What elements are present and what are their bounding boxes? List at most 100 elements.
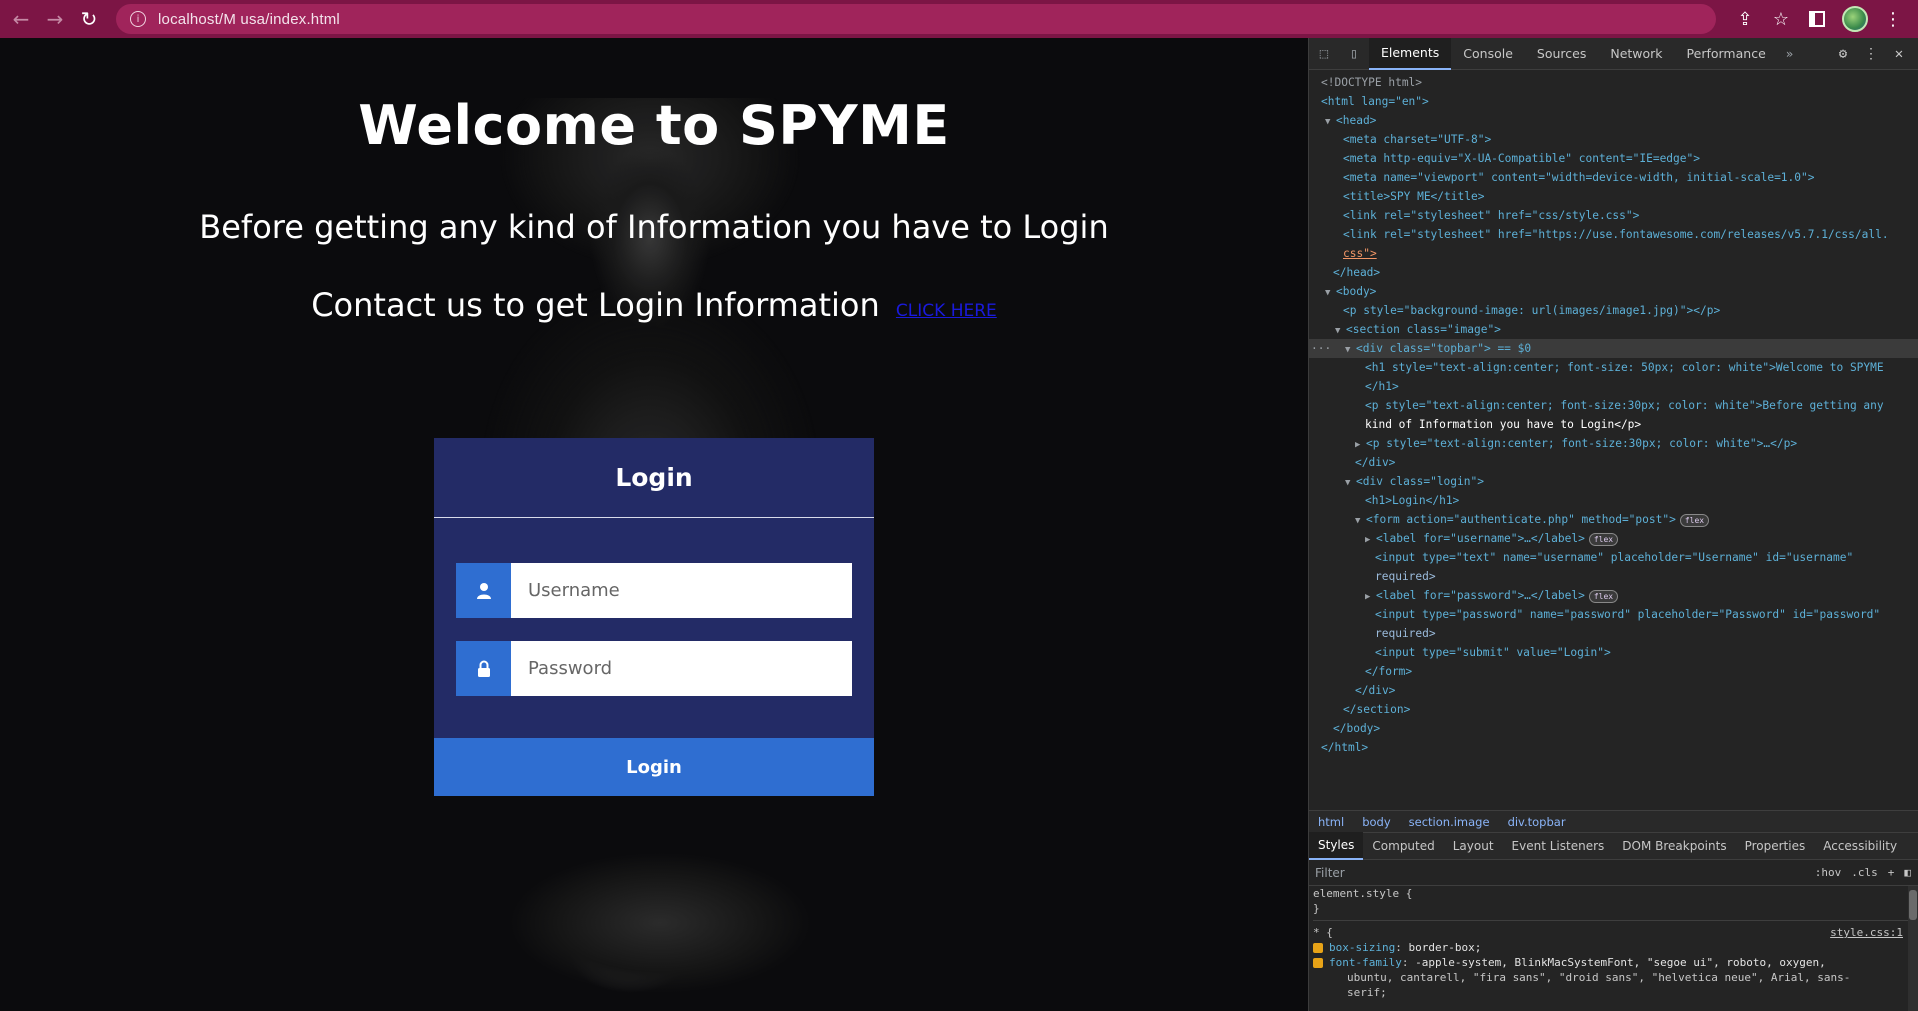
- dom-line[interactable]: ▶ <p style="text-align:center; font-size:…: [1309, 434, 1918, 453]
- dom-line[interactable]: </form>: [1309, 662, 1918, 681]
- computed-sidebar-icon[interactable]: ◧: [1904, 866, 1911, 879]
- dom-line[interactable]: <meta name="viewport" content="width=dev…: [1309, 168, 1918, 187]
- tab-styles[interactable]: Styles: [1309, 832, 1364, 860]
- site-info-icon[interactable]: i: [130, 11, 146, 27]
- password-input[interactable]: [511, 641, 852, 696]
- tab-properties[interactable]: Properties: [1736, 832, 1815, 860]
- dom-line[interactable]: <h1 style="text-align:center; font-size:…: [1309, 358, 1918, 377]
- css-value: border-box;: [1408, 941, 1482, 954]
- dom-line[interactable]: ▼ <head>: [1309, 111, 1918, 130]
- universal-rule[interactable]: * { style.css:1: [1313, 925, 1918, 940]
- css-property: box-sizing: [1329, 941, 1396, 954]
- hov-toggle[interactable]: :hov: [1815, 866, 1842, 879]
- tab-event-listeners[interactable]: Event Listeners: [1503, 832, 1614, 860]
- close-devtools-icon[interactable]: ✕: [1886, 38, 1912, 70]
- dom-line[interactable]: css">: [1309, 244, 1918, 263]
- dom-line[interactable]: <link rel="stylesheet" href="css/style.c…: [1309, 206, 1918, 225]
- dom-line[interactable]: <input type="submit" value="Login">: [1309, 643, 1918, 662]
- side-panel-icon[interactable]: [1806, 8, 1828, 30]
- share-icon[interactable]: ⇪: [1734, 8, 1756, 30]
- profile-avatar[interactable]: [1842, 6, 1868, 32]
- styles-filter-input[interactable]: [1315, 862, 1670, 883]
- css-value-continuation: serif;: [1347, 986, 1387, 999]
- dom-line[interactable]: <title>SPY ME</title>: [1309, 187, 1918, 206]
- tab-performance[interactable]: Performance: [1675, 38, 1778, 70]
- address-bar[interactable]: i localhost/M usa/index.html: [116, 4, 1716, 34]
- flex-badge[interactable]: flex: [1588, 532, 1619, 546]
- dom-line[interactable]: </section>: [1309, 700, 1918, 719]
- stylesheet-source-link[interactable]: style.css:1: [1830, 925, 1918, 940]
- dom-line[interactable]: ▼ <section class="image">: [1309, 320, 1918, 339]
- login-heading: Login: [434, 438, 874, 518]
- click-here-link[interactable]: CLICK HERE: [896, 301, 997, 321]
- more-tabs-icon[interactable]: »: [1778, 38, 1802, 70]
- css-value-continuation: ubuntu, cantarell, "fira sans", "droid s…: [1347, 971, 1851, 984]
- dom-line[interactable]: ▶ <label for="password">…</label> flex: [1309, 586, 1918, 605]
- css-declaration[interactable]: box-sizing: border-box;: [1313, 940, 1918, 955]
- dom-line[interactable]: <html lang="en">: [1309, 92, 1918, 111]
- username-input[interactable]: [511, 563, 852, 618]
- dom-line[interactable]: <meta http-equiv="X-UA-Compatible" conte…: [1309, 149, 1918, 168]
- devtools-menu-icon[interactable]: ⋮: [1858, 38, 1884, 70]
- dom-line[interactable]: ▼ <div class="login">: [1309, 472, 1918, 491]
- menu-kebab-icon[interactable]: ⋮: [1882, 8, 1904, 30]
- bookmark-star-icon[interactable]: ☆: [1770, 8, 1792, 30]
- flex-badge[interactable]: flex: [1588, 589, 1619, 603]
- devtools-tab-bar: ⬚ ▯ Elements Console Sources Network Per…: [1309, 37, 1918, 70]
- tab-sources[interactable]: Sources: [1525, 38, 1598, 70]
- flex-badge[interactable]: flex: [1679, 513, 1710, 527]
- inspect-element-icon[interactable]: ⬚: [1309, 38, 1339, 70]
- element-style-close: }: [1313, 902, 1320, 915]
- dom-line-selected[interactable]: ··· ▼ <div class="topbar"> == $0: [1309, 339, 1918, 358]
- dom-line[interactable]: <p style="background-image: url(images/i…: [1309, 301, 1918, 320]
- back-arrow-icon[interactable]: ←: [4, 0, 38, 38]
- tab-accessibility[interactable]: Accessibility: [1814, 832, 1906, 860]
- css-declaration[interactable]: font-family: -apple-system, BlinkMacSyst…: [1313, 955, 1918, 970]
- breadcrumb-body[interactable]: body: [1353, 815, 1399, 829]
- reload-icon[interactable]: ↻: [72, 0, 106, 38]
- tab-network[interactable]: Network: [1598, 38, 1674, 70]
- dom-line[interactable]: </div>: [1309, 453, 1918, 472]
- tab-elements[interactable]: Elements: [1369, 37, 1452, 70]
- styles-scrollbar[interactable]: [1908, 886, 1918, 1011]
- dom-line[interactable]: <!DOCTYPE html>: [1309, 73, 1918, 92]
- browser-toolbar: ← → ↻ i localhost/M usa/index.html ⇪ ☆ ⋮: [0, 0, 1918, 38]
- cls-toggle[interactable]: .cls: [1851, 866, 1878, 879]
- contact-line: Contact us to get Login Information CLIC…: [0, 286, 1308, 324]
- login-panel: Login Login: [434, 438, 874, 796]
- settings-gear-icon[interactable]: ⚙: [1830, 38, 1856, 70]
- dom-line[interactable]: <h1>Login</h1>: [1309, 491, 1918, 510]
- login-submit-button[interactable]: Login: [434, 738, 874, 796]
- breadcrumb-html[interactable]: html: [1309, 815, 1353, 829]
- dom-line[interactable]: ▼ <body>: [1309, 282, 1918, 301]
- dom-line[interactable]: <link rel="stylesheet" href="https://use…: [1309, 225, 1918, 244]
- tab-layout[interactable]: Layout: [1444, 832, 1503, 860]
- forward-arrow-icon[interactable]: →: [38, 0, 72, 38]
- dom-line[interactable]: </head>: [1309, 263, 1918, 282]
- dom-line[interactable]: </div>: [1309, 681, 1918, 700]
- breadcrumb-section[interactable]: section.image: [1400, 815, 1499, 829]
- dom-line[interactable]: </body>: [1309, 719, 1918, 738]
- dom-line[interactable]: <input type="text" name="username" place…: [1309, 548, 1918, 567]
- element-style-rule[interactable]: element.style {: [1313, 886, 1918, 901]
- dom-line[interactable]: kind of Information you have to Login</p…: [1309, 415, 1918, 434]
- tab-computed[interactable]: Computed: [1363, 832, 1443, 860]
- dom-line[interactable]: required>: [1309, 624, 1918, 643]
- dom-line[interactable]: <meta charset="UTF-8">: [1309, 130, 1918, 149]
- breadcrumb-div[interactable]: div.topbar: [1499, 815, 1575, 829]
- dom-line[interactable]: <input type="password" name="password" p…: [1309, 605, 1918, 624]
- declaration-checkbox[interactable]: [1313, 943, 1323, 953]
- device-toolbar-icon[interactable]: ▯: [1339, 38, 1369, 70]
- breadcrumb: html body section.image div.topbar: [1309, 810, 1918, 832]
- dom-line[interactable]: required>: [1309, 567, 1918, 586]
- styles-pane: element.style { } * { style.css:1 box-si…: [1309, 886, 1918, 1011]
- dom-line[interactable]: </html>: [1309, 738, 1918, 757]
- tab-dom-breakpoints[interactable]: DOM Breakpoints: [1613, 832, 1735, 860]
- dom-line[interactable]: ▶ <label for="username">…</label> flex: [1309, 529, 1918, 548]
- declaration-checkbox[interactable]: [1313, 958, 1323, 968]
- dom-line[interactable]: ▼ <form action="authenticate.php" method=…: [1309, 510, 1918, 529]
- tab-console[interactable]: Console: [1451, 38, 1525, 70]
- dom-line[interactable]: </h1>: [1309, 377, 1918, 396]
- new-rule-icon[interactable]: +: [1888, 866, 1895, 879]
- dom-line[interactable]: <p style="text-align:center; font-size:3…: [1309, 396, 1918, 415]
